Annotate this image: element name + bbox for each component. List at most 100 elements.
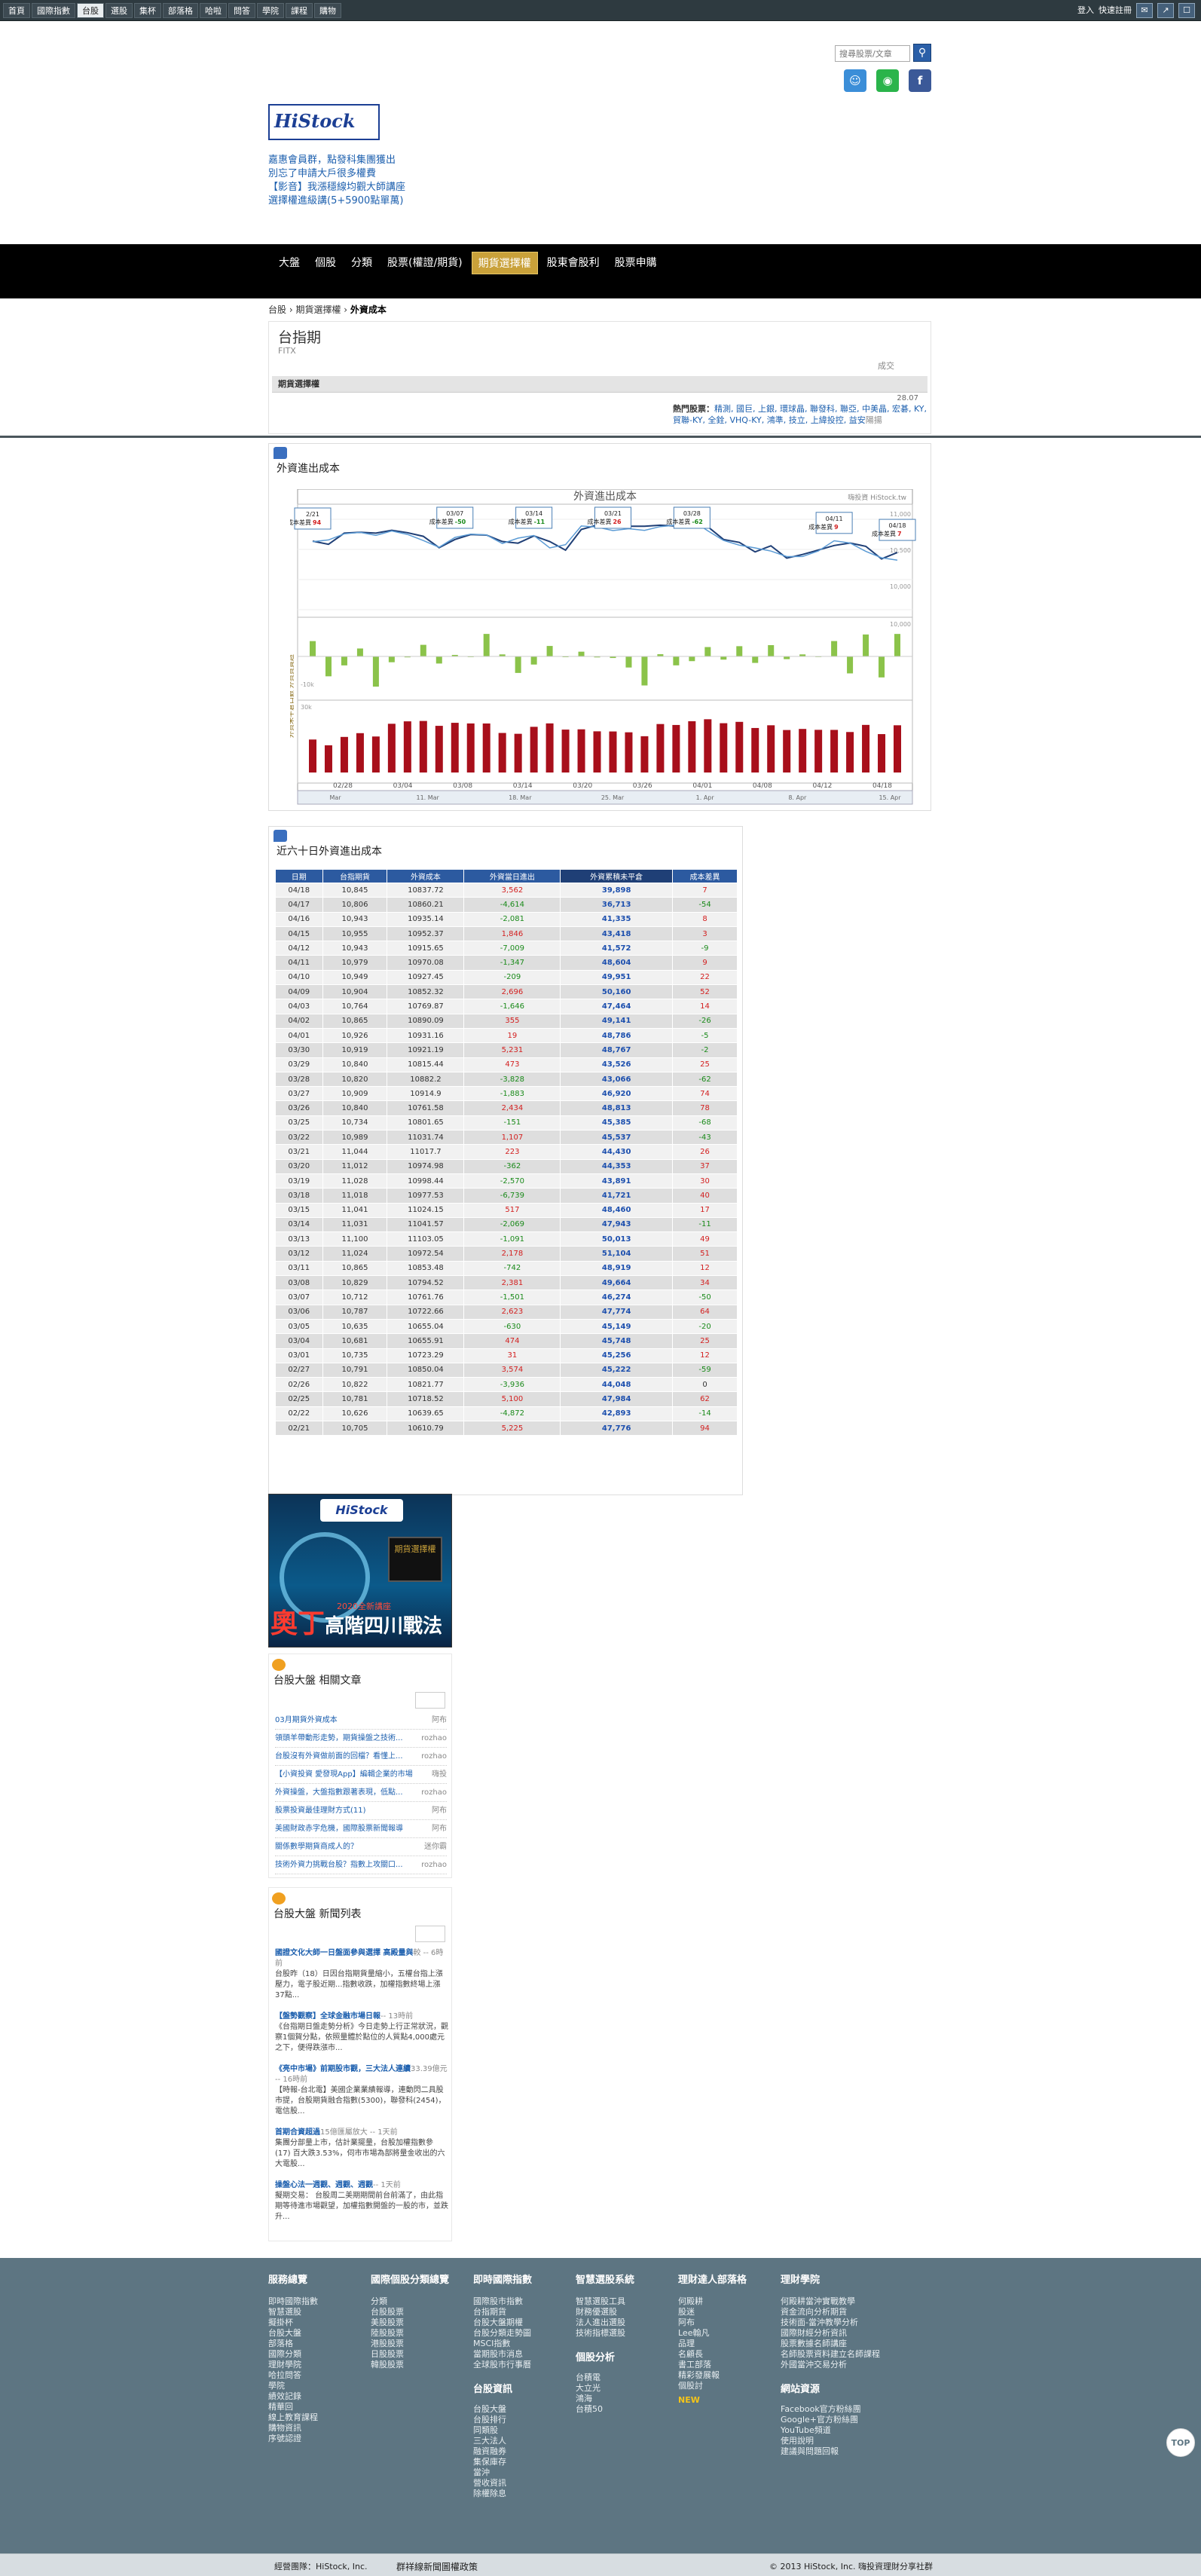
footer-link[interactable]: 三大法人	[473, 2436, 532, 2446]
news-headline[interactable]: 操盤心法一週觀、週觀、週觀	[275, 2181, 373, 2189]
search-input[interactable]	[835, 45, 910, 62]
register-link[interactable]: 快速註冊	[1099, 3, 1132, 18]
footer-link[interactable]: 精彩發展報	[678, 2370, 747, 2381]
footer-link[interactable]: 國際分類	[268, 2349, 318, 2360]
chart-icon[interactable]: ↗	[1157, 3, 1174, 18]
footer-link[interactable]: 台股股票	[371, 2307, 449, 2317]
footer-link[interactable]: 書工部落	[678, 2360, 747, 2370]
mail-icon[interactable]: ✉	[1136, 3, 1153, 18]
footer-link[interactable]: 名師股票資料建立名師課程	[781, 2349, 880, 2360]
top-nav-item[interactable]: 學院	[257, 3, 284, 18]
back-to-top-button[interactable]: TOP	[1166, 2428, 1195, 2457]
articles-tab[interactable]	[415, 1692, 445, 1709]
histock-logo[interactable]: HiStock	[268, 104, 380, 140]
news-tab[interactable]	[415, 1926, 445, 1942]
footer-link[interactable]: 全球股市行事曆	[473, 2360, 532, 2370]
article-item[interactable]: rozhao 台股沒有外資做前面的回檔？看懂上...	[275, 1748, 447, 1766]
footer-link[interactable]: 部落格	[268, 2339, 318, 2349]
footer-link[interactable]: 除權除息	[473, 2489, 532, 2499]
promo-link[interactable]: 選擇權進級講(5+5900點單萬)	[268, 194, 405, 208]
article-link[interactable]: 美國財政赤字危機，國際股票新聞報導	[275, 1825, 403, 1833]
article-link[interactable]: 外資操盤，大盤指數跟著表現，低點...	[275, 1788, 403, 1797]
footer-link[interactable]: 台股大盤期權	[473, 2317, 532, 2328]
footer-link[interactable]: 線上教育課程	[268, 2412, 318, 2423]
table-header-cell[interactable]: 日期	[275, 869, 323, 883]
footer-link[interactable]: 股票數據名師講座	[781, 2339, 880, 2349]
footer-link[interactable]: 台股大盤	[473, 2404, 532, 2415]
footer-link[interactable]: 阿布	[678, 2317, 747, 2328]
footer-link[interactable]: 陸股股票	[371, 2328, 449, 2339]
article-link[interactable]: 股票投資最佳理財方式(11)	[275, 1807, 366, 1815]
table-header-cell[interactable]: 外資累積未平倉	[560, 869, 674, 883]
footer-link[interactable]: 分類	[371, 2296, 449, 2307]
footer-link[interactable]: 擬掛杯	[268, 2317, 318, 2328]
main-nav-item[interactable]: 個股	[309, 252, 342, 274]
article-item[interactable]: rozhao 技術外資力挑戰台股？指數上攻關口...	[275, 1856, 447, 1874]
footer-link[interactable]: 精華回	[268, 2402, 318, 2412]
footer-link[interactable]: YouTube頻道	[781, 2425, 880, 2436]
footer-link[interactable]: 營收資訊	[473, 2478, 532, 2489]
footer-link[interactable]: 台股分類走勢圖	[473, 2328, 532, 2339]
article-link[interactable]: 領頭羊帶動形走勢，期貨操盤之技術...	[275, 1734, 403, 1742]
phone-icon[interactable]: ☐	[1178, 3, 1195, 18]
top-nav-item[interactable]: 國際指數	[32, 3, 75, 18]
table-header-cell[interactable]: 台指期貨	[322, 869, 388, 883]
footer-link[interactable]: 台積電	[576, 2373, 634, 2383]
article-link[interactable]: 【小資投資 愛發現App】編輯企業的市場	[275, 1770, 413, 1779]
top-nav-item[interactable]: 部落格	[163, 3, 198, 18]
footer-link[interactable]: 鴻海	[576, 2394, 634, 2404]
footer-link[interactable]: 大立光	[576, 2383, 634, 2394]
footer-link[interactable]: 個股討	[678, 2381, 747, 2391]
top-nav-item[interactable]: 台股	[77, 3, 104, 18]
main-nav-item[interactable]: 股票申購	[609, 252, 663, 274]
footer-link[interactable]: 智慧選股工具	[576, 2296, 634, 2307]
article-item[interactable]: 阿布 股票投資最佳理財方式(11)	[275, 1802, 447, 1820]
footer-link[interactable]: 台指期貨	[473, 2307, 532, 2317]
footer-link[interactable]: 國際財經分析資訊	[781, 2328, 880, 2339]
footer-link[interactable]: 理財學院	[268, 2360, 318, 2370]
article-item[interactable]: 嗨投 【小資投資 愛發現App】編輯企業的市場	[275, 1766, 447, 1784]
footer-link[interactable]: Google+官方粉絲團	[781, 2415, 880, 2425]
footer-link[interactable]: 法人進出選股	[576, 2317, 634, 2328]
footer-link[interactable]: Facebook官方粉絲團	[781, 2404, 880, 2415]
promo-link[interactable]: 嘉惠會員群，點發科集團獲出	[268, 154, 405, 167]
footer-link[interactable]: 學院	[268, 2381, 318, 2391]
footer-link[interactable]: 技術指標選股	[576, 2328, 634, 2339]
main-nav-item[interactable]: 分類	[345, 252, 378, 274]
footer-link[interactable]: 何殿耕當沖實戰教學	[781, 2296, 880, 2307]
article-link[interactable]: 技術外資力挑戰台股？指數上攻關口...	[275, 1861, 403, 1869]
main-nav-item[interactable]: 大盤	[273, 252, 306, 274]
footer-link[interactable]: 技術面-當沖教學分析	[781, 2317, 880, 2328]
top-nav-item[interactable]: 集杯	[134, 3, 161, 18]
policy-link[interactable]: 群祥線新聞圖權政策	[396, 2560, 478, 2573]
article-item[interactable]: rozhao 外資操盤，大盤指數跟著表現，低點...	[275, 1784, 447, 1802]
footer-link[interactable]: Lee翰凡	[678, 2328, 747, 2339]
footer-link[interactable]: 使用說明	[781, 2436, 880, 2446]
news-headline[interactable]: 【盤勢觀察】全球金融市場日報	[275, 2012, 380, 2021]
footer-link[interactable]: 品理	[678, 2339, 747, 2349]
article-link[interactable]: 台股沒有外資做前面的回檔？看懂上...	[275, 1752, 403, 1761]
table-header-cell[interactable]: 外資當日進出	[463, 869, 561, 883]
news-headline[interactable]: 《亮中市場》前期股市觀，三大法人連續	[275, 2065, 411, 2073]
article-item[interactable]: rozhao 領頭羊帶動形走勢，期貨操盤之技術...	[275, 1730, 447, 1748]
footer-link[interactable]: 台積50	[576, 2404, 634, 2415]
promo-link[interactable]: 【影音】我漲穩線均觀大師講座	[268, 181, 405, 194]
footer-link[interactable]: 外國當沖交易分析	[781, 2360, 880, 2370]
main-nav-item[interactable]: 股東會股利	[541, 252, 606, 274]
line-icon[interactable]: ◉	[876, 69, 899, 92]
article-item[interactable]: 迷你霸 關係數學期貨商成人的？	[275, 1838, 447, 1856]
table-header-cell[interactable]: 外資成本	[387, 869, 465, 883]
footer-link[interactable]: 即時國際指數	[268, 2296, 318, 2307]
footer-link[interactable]: 序號認證	[268, 2434, 318, 2444]
footer-link[interactable]: 績效記錄	[268, 2391, 318, 2402]
facebook-icon[interactable]: f	[909, 69, 931, 92]
table-header-cell[interactable]: 成本差異	[672, 869, 738, 883]
news-headline[interactable]: 國證文化大師一日盤面參與選擇 高殿量與	[275, 1949, 413, 1957]
article-link[interactable]: 關係數學期貨商成人的？	[275, 1843, 358, 1851]
main-nav-item[interactable]: 期貨選擇權	[471, 252, 538, 274]
news-headline[interactable]: 首期合資超過	[275, 2128, 320, 2137]
footer-link[interactable]: 當期股市消息	[473, 2349, 532, 2360]
search-icon[interactable]: ⚲	[913, 44, 931, 62]
footer-link[interactable]: 智慧選股	[268, 2307, 318, 2317]
top-nav-item[interactable]: 哈啦	[200, 3, 227, 18]
